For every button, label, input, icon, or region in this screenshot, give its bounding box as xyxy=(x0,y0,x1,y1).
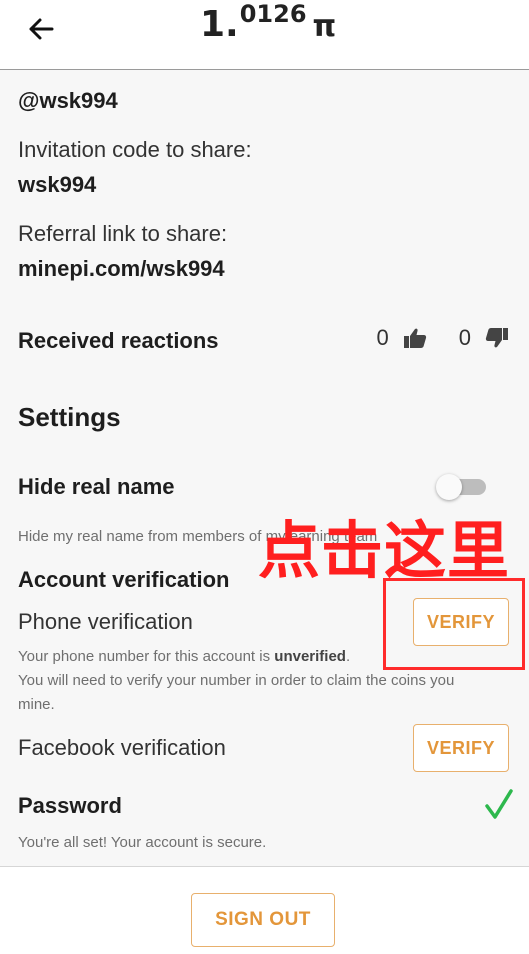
password-description: You're all set! Your account is secure. xyxy=(18,834,267,851)
invitation-code-value[interactable]: wsk994 xyxy=(18,172,96,198)
balance-integer: 1. xyxy=(200,4,239,45)
app-header: 1.0126 π xyxy=(0,0,529,70)
thumbs-up-icon xyxy=(403,328,426,348)
facebook-verify-button[interactable]: VERIFY xyxy=(413,724,509,772)
footer-bar: SIGN OUT xyxy=(0,866,529,954)
arrow-left-icon xyxy=(29,18,54,40)
balance-decimal: 0126 xyxy=(239,0,307,28)
hide-real-name-toggle[interactable] xyxy=(436,474,488,500)
hide-real-name-label: Hide real name xyxy=(18,474,175,499)
phone-verification-label: Phone verification xyxy=(18,609,193,634)
sign-out-button[interactable]: SIGN OUT xyxy=(191,893,335,947)
account-verification-title: Account verification xyxy=(18,567,230,592)
thumbs-down-icon xyxy=(485,328,508,348)
back-button[interactable] xyxy=(22,14,62,44)
checkmark-icon xyxy=(485,789,513,819)
password-label: Password xyxy=(18,793,122,818)
referral-link-value[interactable]: minepi.com/wsk994 xyxy=(18,256,225,282)
settings-title: Settings xyxy=(18,402,121,432)
facebook-verification-label: Facebook verification xyxy=(18,735,226,760)
username-value: @wsk994 xyxy=(18,88,118,113)
invitation-code-label: Invitation code to share: xyxy=(18,137,252,162)
toggle-knob xyxy=(436,474,462,500)
pi-balance: 1.0126 π xyxy=(200,0,337,45)
likes-count: 0 xyxy=(376,325,389,350)
phone-verification-status: Your phone number for this account is un… xyxy=(18,645,350,669)
phone-status-suffix: . xyxy=(345,648,351,665)
phone-verification-note-line3: mine. xyxy=(18,696,55,713)
referral-link-label: Referral link to share: xyxy=(18,221,228,246)
annotation-click-here: 点击这里 xyxy=(258,514,511,587)
reactions-counts: 0 0 xyxy=(377,325,510,351)
dislikes-count: 0 xyxy=(458,325,471,350)
phone-verification-note-line2: You will need to verify your number in o… xyxy=(18,672,455,689)
annotation-highlight-box xyxy=(383,578,525,670)
phone-status-prefix: Your phone number for this account is xyxy=(18,648,275,665)
pi-symbol: π xyxy=(312,9,337,44)
received-reactions-label: Received reactions xyxy=(18,328,219,353)
phone-status-unverified: unverified xyxy=(274,648,346,665)
